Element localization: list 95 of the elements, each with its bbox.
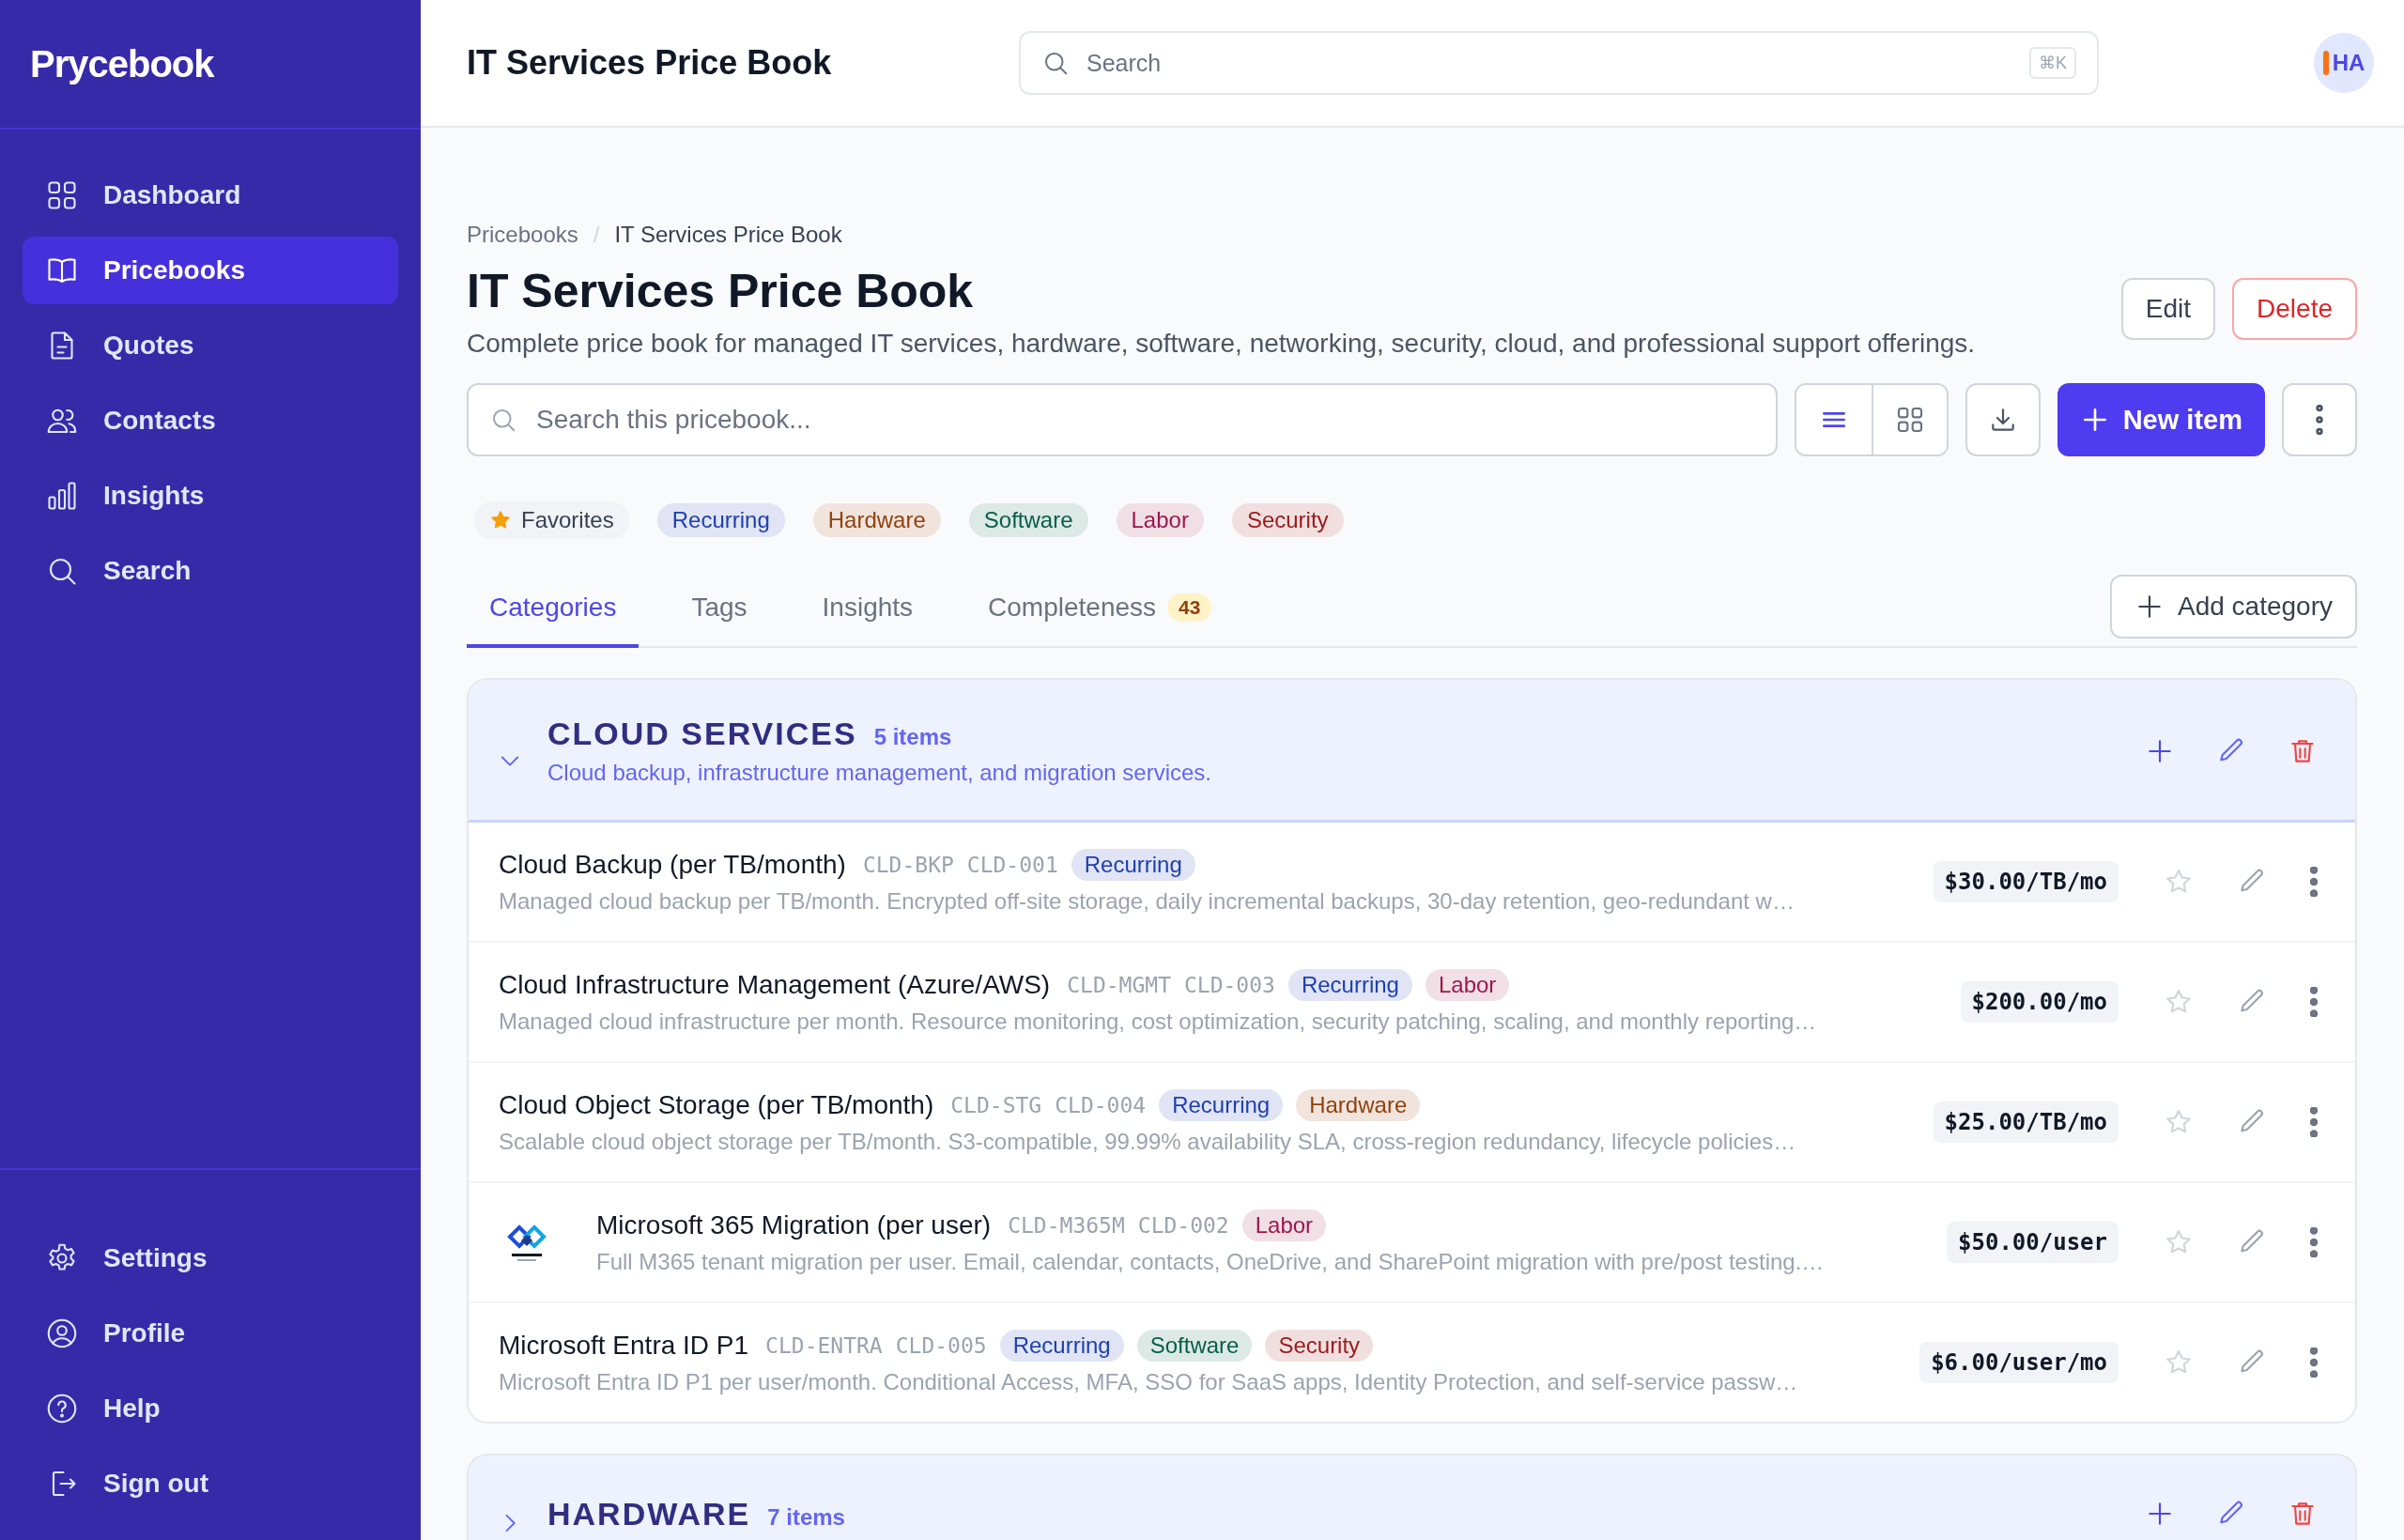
tag-filter[interactable]: Security bbox=[1231, 503, 1344, 537]
page-description: Complete price book for managed IT services, hardware, software, networking, security, cloud, and professional support offerings. bbox=[467, 329, 1977, 359]
tab[interactable]: Insights bbox=[799, 575, 936, 648]
tag-filter[interactable]: Software bbox=[968, 503, 1088, 537]
price: $6.00/user/mo bbox=[1919, 1342, 2119, 1383]
tag: Software bbox=[1136, 1330, 1253, 1362]
item-count: 7 items bbox=[767, 1503, 845, 1531]
tag: Recurring bbox=[999, 1330, 1124, 1362]
item-row[interactable]: Microsoft 365 Migration (per user) CLD-M365M CLD-002 Labor Full M365 tenant migration per user. Email, calendar, contacts, OneDrive, and SharePoint migration with pre/post testing.… $50.00/user bbox=[469, 1181, 2355, 1301]
more-button[interactable] bbox=[2282, 383, 2357, 456]
nav-item[interactable]: Profile bbox=[23, 1300, 398, 1367]
breadcrumb-separator: / bbox=[593, 222, 600, 248]
tag: Recurring bbox=[1159, 1089, 1284, 1121]
grid-icon bbox=[45, 178, 79, 212]
item-code: CLD-003 bbox=[1184, 973, 1275, 997]
item-name: Cloud Infrastructure Management (Azure/AWS) bbox=[499, 970, 1051, 1000]
more-button[interactable] bbox=[2310, 987, 2318, 1017]
item-code: CLD-001 bbox=[966, 853, 1058, 877]
more-button[interactable] bbox=[2310, 867, 2318, 897]
delete-button[interactable]: Delete bbox=[2232, 278, 2357, 340]
more-icon bbox=[2310, 1107, 2318, 1137]
nav-item[interactable]: Dashboard bbox=[23, 162, 398, 229]
nav-item[interactable]: Contacts bbox=[23, 387, 398, 454]
nav-item[interactable]: Help bbox=[23, 1375, 398, 1442]
item-row[interactable]: Cloud Backup (per TB/month) CLD-BKP CLD-001 Recurring Managed cloud backup per TB/month. Encrypted off-site storage, daily incremental backups, 30-day retention, geo-redundant w… $30.00/TB/mo bbox=[469, 823, 2355, 941]
more-icon bbox=[2310, 1227, 2318, 1257]
price: $30.00/TB/mo bbox=[1933, 861, 2119, 902]
nav-item[interactable]: Sign out bbox=[23, 1450, 398, 1517]
item-name: Microsoft 365 Migration (per user) bbox=[596, 1210, 992, 1240]
tag: Recurring bbox=[1071, 849, 1195, 881]
item-code: CLD-ENTRA bbox=[765, 1333, 883, 1358]
breadcrumb-current: IT Services Price Book bbox=[614, 222, 842, 248]
tab[interactable]: Tags bbox=[669, 575, 770, 648]
tab[interactable]: Completeness 43 bbox=[965, 575, 1235, 648]
tab[interactable]: Categories bbox=[467, 575, 640, 648]
item-code: CLD-002 bbox=[1137, 1213, 1229, 1238]
count-badge: 43 bbox=[1167, 593, 1212, 622]
tag-filter[interactable]: Labor bbox=[1116, 503, 1204, 537]
person-icon bbox=[45, 1317, 79, 1350]
tag: Recurring bbox=[1287, 969, 1412, 1001]
more-icon bbox=[2310, 867, 2318, 897]
nav-item[interactable]: Search bbox=[23, 537, 398, 605]
more-icon bbox=[2310, 1348, 2318, 1378]
tag: Labor bbox=[1241, 1209, 1327, 1241]
item-description: Full M365 tenant migration per user. Email, calendar, contacts, OneDrive, and SharePoint migration with pre/post testing.… bbox=[596, 1249, 1826, 1275]
nav-item[interactable]: Settings bbox=[23, 1224, 398, 1292]
nav-item[interactable]: Pricebooks bbox=[23, 237, 398, 304]
item-description: Scalable cloud object storage per TB/month. S3-compatible, 99.99% availability SLA, cross-region redundancy, lifecycle policies… bbox=[499, 1129, 1797, 1155]
more-icon bbox=[2316, 405, 2323, 435]
item-code: CLD-STG bbox=[950, 1093, 1042, 1117]
more-icon bbox=[2310, 987, 2318, 1017]
item-description: Microsoft Entra ID P1 per user/month. Conditional Access, MFA, SSO for SaaS apps, Identity Protection, and self-service passw… bbox=[499, 1369, 1799, 1395]
price: $50.00/user bbox=[1947, 1222, 2119, 1263]
nav-item[interactable]: Insights bbox=[23, 462, 398, 530]
item-description: Managed cloud backup per TB/month. Encrypted off-site storage, daily incremental backups, 30-day retention, geo-redundant w… bbox=[499, 888, 1795, 915]
item-name: Cloud Object Storage (per TB/month) bbox=[499, 1090, 934, 1120]
page-heading: IT Services Price Book bbox=[467, 264, 975, 319]
tag: Hardware bbox=[1296, 1089, 1421, 1121]
item-name: Cloud Backup (per TB/month) bbox=[499, 850, 846, 880]
item-code: CLD-MGMT bbox=[1067, 973, 1171, 997]
item-name: Microsoft Entra ID P1 bbox=[499, 1331, 749, 1361]
category-description: Cloud backup, infrastructure management, and migration services. bbox=[547, 760, 1212, 786]
download-button[interactable] bbox=[1965, 383, 2041, 456]
item-code: CLD-M365M bbox=[1008, 1213, 1125, 1238]
item-code: CLD-004 bbox=[1055, 1093, 1147, 1117]
app-logo: Prycebook bbox=[30, 42, 214, 85]
breadcrumb-link[interactable]: Pricebooks bbox=[467, 222, 578, 248]
tag: Security bbox=[1265, 1330, 1374, 1362]
new-item-button[interactable]: New item bbox=[2057, 383, 2265, 456]
page-title: IT Services Price Book bbox=[467, 43, 833, 83]
star-icon bbox=[489, 509, 512, 531]
item-count: 5 items bbox=[873, 724, 952, 750]
item-code: CLD-005 bbox=[895, 1333, 987, 1358]
tag-filter[interactable]: Hardware bbox=[812, 503, 941, 537]
grid-view-button[interactable] bbox=[1871, 385, 1947, 454]
category-name: HARDWARE bbox=[547, 1495, 751, 1532]
help-icon bbox=[45, 1392, 79, 1425]
item-code: CLD-BKP bbox=[862, 853, 954, 877]
nav-item[interactable]: Quotes bbox=[23, 312, 398, 379]
avatar[interactable]: HA bbox=[2314, 33, 2374, 93]
favorites-filter[interactable]: Favorites bbox=[474, 501, 629, 539]
add-category-button[interactable]: Add category bbox=[2110, 575, 2357, 639]
shortcut-key: ⌘K bbox=[2029, 47, 2076, 79]
more-button[interactable] bbox=[2310, 1227, 2318, 1257]
more-button[interactable] bbox=[2310, 1107, 2318, 1137]
search-field[interactable]: Search this pricebook... bbox=[467, 383, 1778, 456]
item-description: Managed cloud infrastructure per month. Resource monitoring, cost optimization, security patching, scaling, and monthly reporting… bbox=[499, 1009, 1818, 1035]
tag-filter[interactable]: Recurring bbox=[656, 503, 785, 537]
price: $25.00/TB/mo bbox=[1933, 1101, 2119, 1143]
edit-button[interactable]: Edit bbox=[2120, 278, 2216, 340]
more-button[interactable] bbox=[2310, 1348, 2318, 1378]
bar-chart-icon bbox=[45, 479, 79, 513]
tag: Labor bbox=[1425, 969, 1510, 1001]
price: $200.00/mo bbox=[1960, 981, 2119, 1023]
category-name: CLOUD SERVICES bbox=[547, 716, 857, 752]
